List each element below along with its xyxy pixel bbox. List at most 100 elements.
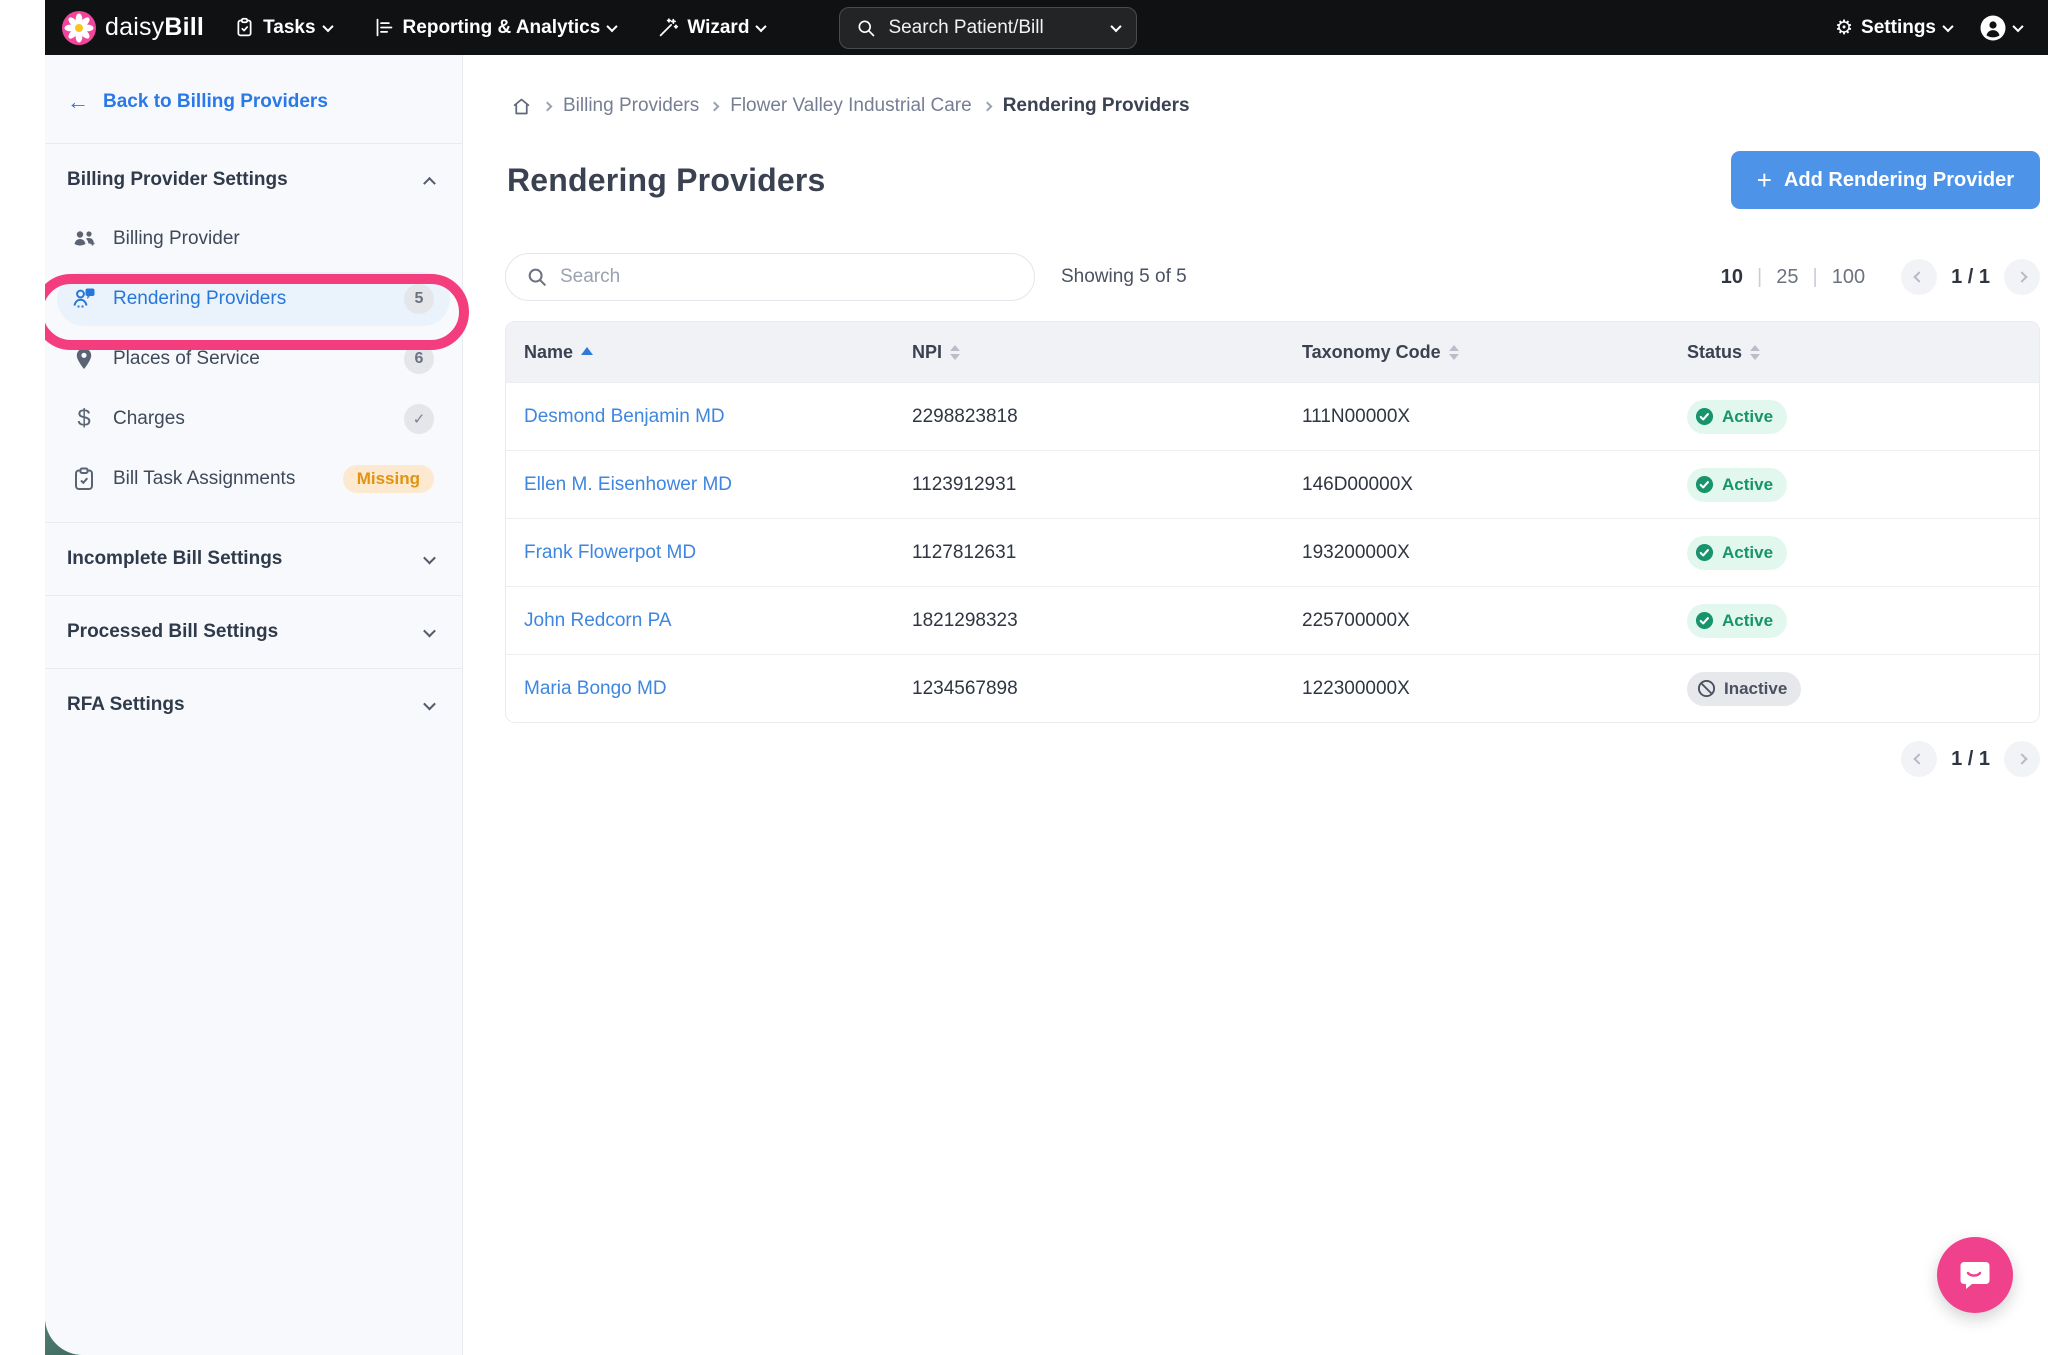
table-row: Maria Bongo MD 1234567898 122300000X Ina…	[506, 654, 2039, 722]
column-header-taxonomy[interactable]: Taxonomy Code	[1302, 342, 1687, 363]
section-label: Billing Provider Settings	[67, 169, 288, 191]
chevron-down-icon	[322, 20, 333, 31]
nav-settings[interactable]: ⚙ Settings	[1835, 17, 1952, 39]
sidebar-item-label: Rendering Providers	[113, 288, 390, 310]
gear-icon: ⚙	[1835, 18, 1853, 38]
chat-bubble-icon	[1956, 1256, 1994, 1294]
clipboard-icon	[234, 17, 255, 38]
sidebar-item-rendering-providers[interactable]: Rendering Providers 5	[57, 272, 450, 326]
npi-cell: 2298823818	[912, 406, 1302, 428]
chevron-down-icon	[1942, 20, 1953, 31]
section-label: Processed Bill Settings	[67, 621, 278, 643]
table-controls: Showing 5 of 5 10 | 25 | 100 1 / 1	[505, 253, 2040, 301]
section-incomplete-bill-settings[interactable]: Incomplete Bill Settings	[45, 523, 462, 595]
global-search[interactable]: Search Patient/Bill	[839, 7, 1137, 49]
breadcrumb-flower-valley[interactable]: Flower Valley Industrial Care	[730, 95, 971, 117]
section-billing-provider-settings[interactable]: Billing Provider Settings	[45, 150, 462, 210]
page-indicator: 1 / 1	[1951, 266, 1990, 289]
main-content: Billing Providers Flower Valley Industri…	[463, 55, 2048, 1355]
nav-wizard[interactable]: Wizard	[658, 17, 765, 39]
add-rendering-provider-button[interactable]: + Add Rendering Provider	[1731, 151, 2040, 209]
chevron-right-icon	[2016, 271, 2027, 282]
chevron-down-icon	[607, 20, 618, 31]
pagination-controls: 10 | 25 | 100 1 / 1	[1721, 259, 2040, 295]
daisy-logo-icon	[61, 10, 97, 46]
next-page-button[interactable]	[2004, 741, 2040, 777]
page-size-25[interactable]: 25	[1776, 266, 1798, 289]
chart-icon	[374, 17, 395, 38]
page-size-100[interactable]: 100	[1832, 266, 1865, 289]
chevron-left-icon	[1913, 271, 1924, 282]
chevron-down-icon	[423, 551, 436, 564]
table-row: Ellen M. Eisenhower MD 1123912931 146D00…	[506, 450, 2039, 518]
missing-badge: Missing	[343, 465, 434, 493]
divider: |	[1757, 266, 1762, 289]
check-icon: ✓	[404, 404, 434, 434]
status-badge: Active	[1687, 604, 1787, 638]
sidebar-item-charges[interactable]: $ Charges ✓	[57, 392, 450, 446]
sidebar-item-billing-provider[interactable]: Billing Provider	[57, 212, 450, 266]
column-header-name[interactable]: Name	[524, 342, 912, 363]
provider-name-link[interactable]: Desmond Benjamin MD	[524, 406, 725, 427]
provider-name-link[interactable]: Frank Flowerpot MD	[524, 542, 696, 563]
providers-table: Name NPI Taxonomy Code Status	[505, 321, 2040, 723]
sidebar-item-bill-task-assignments[interactable]: Bill Task Assignments Missing	[57, 452, 450, 506]
taxonomy-cell: 146D00000X	[1302, 474, 1687, 496]
chevron-down-icon[interactable]	[1111, 20, 1122, 31]
column-label: Taxonomy Code	[1302, 342, 1441, 363]
app-window: daisyBill Tasks	[45, 0, 2048, 1355]
back-to-billing-providers-link[interactable]: ← Back to Billing Providers	[45, 83, 462, 121]
nav-reporting[interactable]: Reporting & Analytics	[374, 17, 617, 39]
chat-launcher-button[interactable]	[1937, 1237, 2013, 1313]
section-rfa-settings[interactable]: RFA Settings	[45, 669, 462, 741]
navbar-right: ⚙ Settings	[1835, 15, 2022, 41]
home-icon[interactable]	[511, 96, 532, 117]
provider-name-link[interactable]: Ellen M. Eisenhower MD	[524, 474, 732, 495]
column-header-status[interactable]: Status	[1687, 342, 2039, 363]
next-page-button[interactable]	[2004, 259, 2040, 295]
column-label: NPI	[912, 342, 942, 363]
page-indicator: 1 / 1	[1951, 748, 1990, 771]
check-circle-icon	[1695, 543, 1714, 562]
table-row: Frank Flowerpot MD 1127812631 193200000X…	[506, 518, 2039, 586]
check-circle-icon	[1695, 475, 1714, 494]
search-icon	[526, 266, 548, 288]
provider-name-link[interactable]: Maria Bongo MD	[524, 678, 667, 699]
table-row: John Redcorn PA 1821298323 225700000X Ac…	[506, 586, 2039, 654]
provider-name-link[interactable]: John Redcorn PA	[524, 610, 672, 631]
chevron-right-icon	[543, 101, 553, 111]
doctor-chat-icon	[69, 286, 99, 312]
map-pin-icon	[69, 346, 99, 372]
taxonomy-cell: 122300000X	[1302, 678, 1687, 700]
sidebar-item-label: Bill Task Assignments	[113, 468, 329, 490]
breadcrumb-current: Rendering Providers	[1003, 95, 1190, 117]
brand-wordmark: daisyBill	[105, 13, 204, 42]
wand-icon	[658, 17, 679, 38]
npi-cell: 1821298323	[912, 610, 1302, 632]
column-header-npi[interactable]: NPI	[912, 342, 1302, 363]
clipboard-check-icon	[69, 466, 99, 492]
divider: |	[1813, 266, 1818, 289]
prev-page-button[interactable]	[1901, 741, 1937, 777]
table-search[interactable]	[505, 253, 1035, 301]
sidebar-item-places-of-service[interactable]: Places of Service 6	[57, 332, 450, 386]
account-menu[interactable]	[1980, 15, 2022, 41]
taxonomy-cell: 111N00000X	[1302, 406, 1687, 428]
breadcrumb: Billing Providers Flower Valley Industri…	[505, 95, 2040, 117]
breadcrumb-billing-providers[interactable]: Billing Providers	[563, 95, 699, 117]
status-badge: Active	[1687, 400, 1787, 434]
pager-top: 1 / 1	[1901, 259, 2040, 295]
nav-tasks[interactable]: Tasks	[234, 17, 331, 39]
section-label: Incomplete Bill Settings	[67, 548, 282, 570]
chevron-right-icon	[710, 101, 720, 111]
sort-icon	[1449, 345, 1459, 360]
table-row: Desmond Benjamin MD 2298823818 111N00000…	[506, 382, 2039, 450]
page-size-10[interactable]: 10	[1721, 266, 1743, 289]
prev-page-button[interactable]	[1901, 259, 1937, 295]
section-processed-bill-settings[interactable]: Processed Bill Settings	[45, 596, 462, 668]
brand-logo-group[interactable]: daisyBill	[61, 10, 204, 46]
search-input[interactable]	[560, 266, 1014, 288]
status-label: Active	[1722, 475, 1773, 495]
check-circle-icon	[1695, 611, 1714, 630]
app-body: ← Back to Billing Providers Billing Prov…	[45, 55, 2048, 1355]
